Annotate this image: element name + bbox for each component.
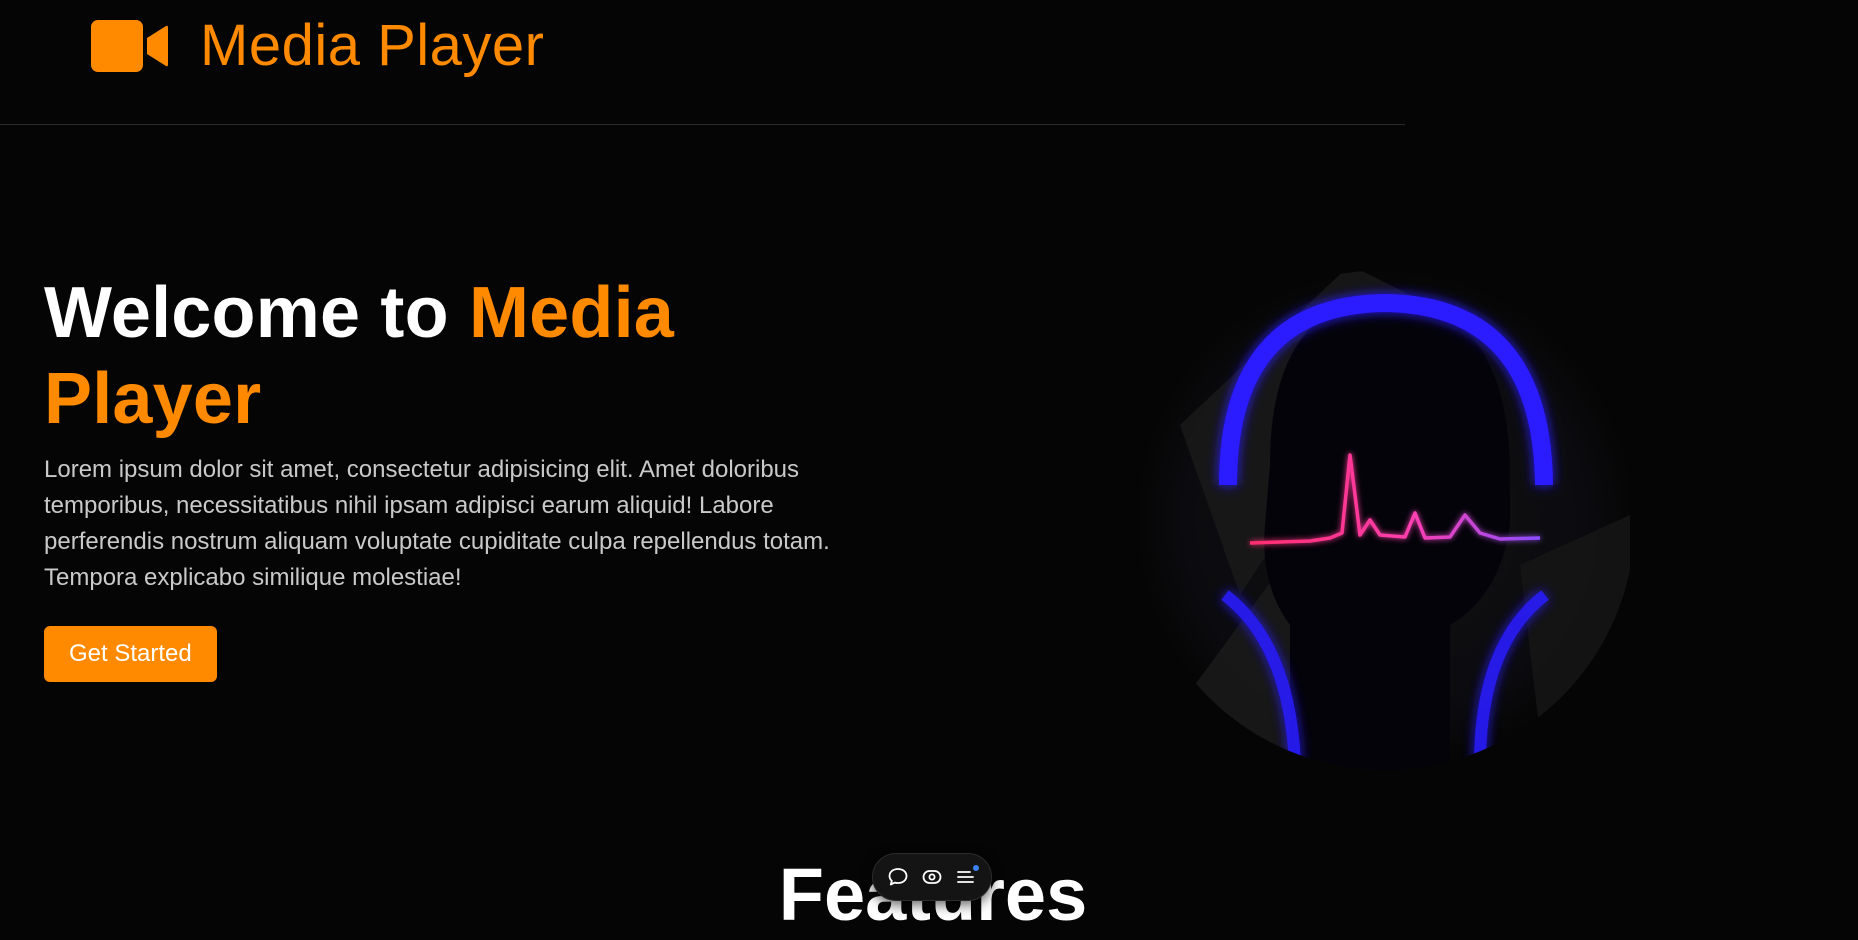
eye-icon bbox=[922, 870, 942, 884]
menu-button[interactable] bbox=[951, 862, 981, 892]
notification-dot bbox=[973, 865, 979, 871]
brand-name: Media Player bbox=[200, 13, 545, 78]
brand-link[interactable]: Media Player bbox=[91, 14, 544, 78]
floating-toolbar bbox=[872, 853, 992, 901]
hero-section: Welcome to Media Player Lorem ipsum dolo… bbox=[44, 270, 904, 682]
get-started-button[interactable]: Get Started bbox=[44, 626, 217, 682]
page: Media Player Welcome to Media Player Lor… bbox=[0, 0, 1858, 940]
hero-title: Welcome to Media Player bbox=[44, 270, 904, 442]
video-camera-icon bbox=[91, 20, 168, 72]
site-header: Media Player bbox=[0, 0, 1405, 125]
hero-description: Lorem ipsum dolor sit amet, consectetur … bbox=[44, 456, 830, 591]
comment-icon bbox=[888, 868, 908, 886]
headphones-waveform-illustration bbox=[1135, 270, 1630, 770]
hero-title-prefix: Welcome to bbox=[44, 273, 449, 353]
comment-button[interactable] bbox=[883, 862, 913, 892]
preview-button[interactable] bbox=[917, 862, 947, 892]
